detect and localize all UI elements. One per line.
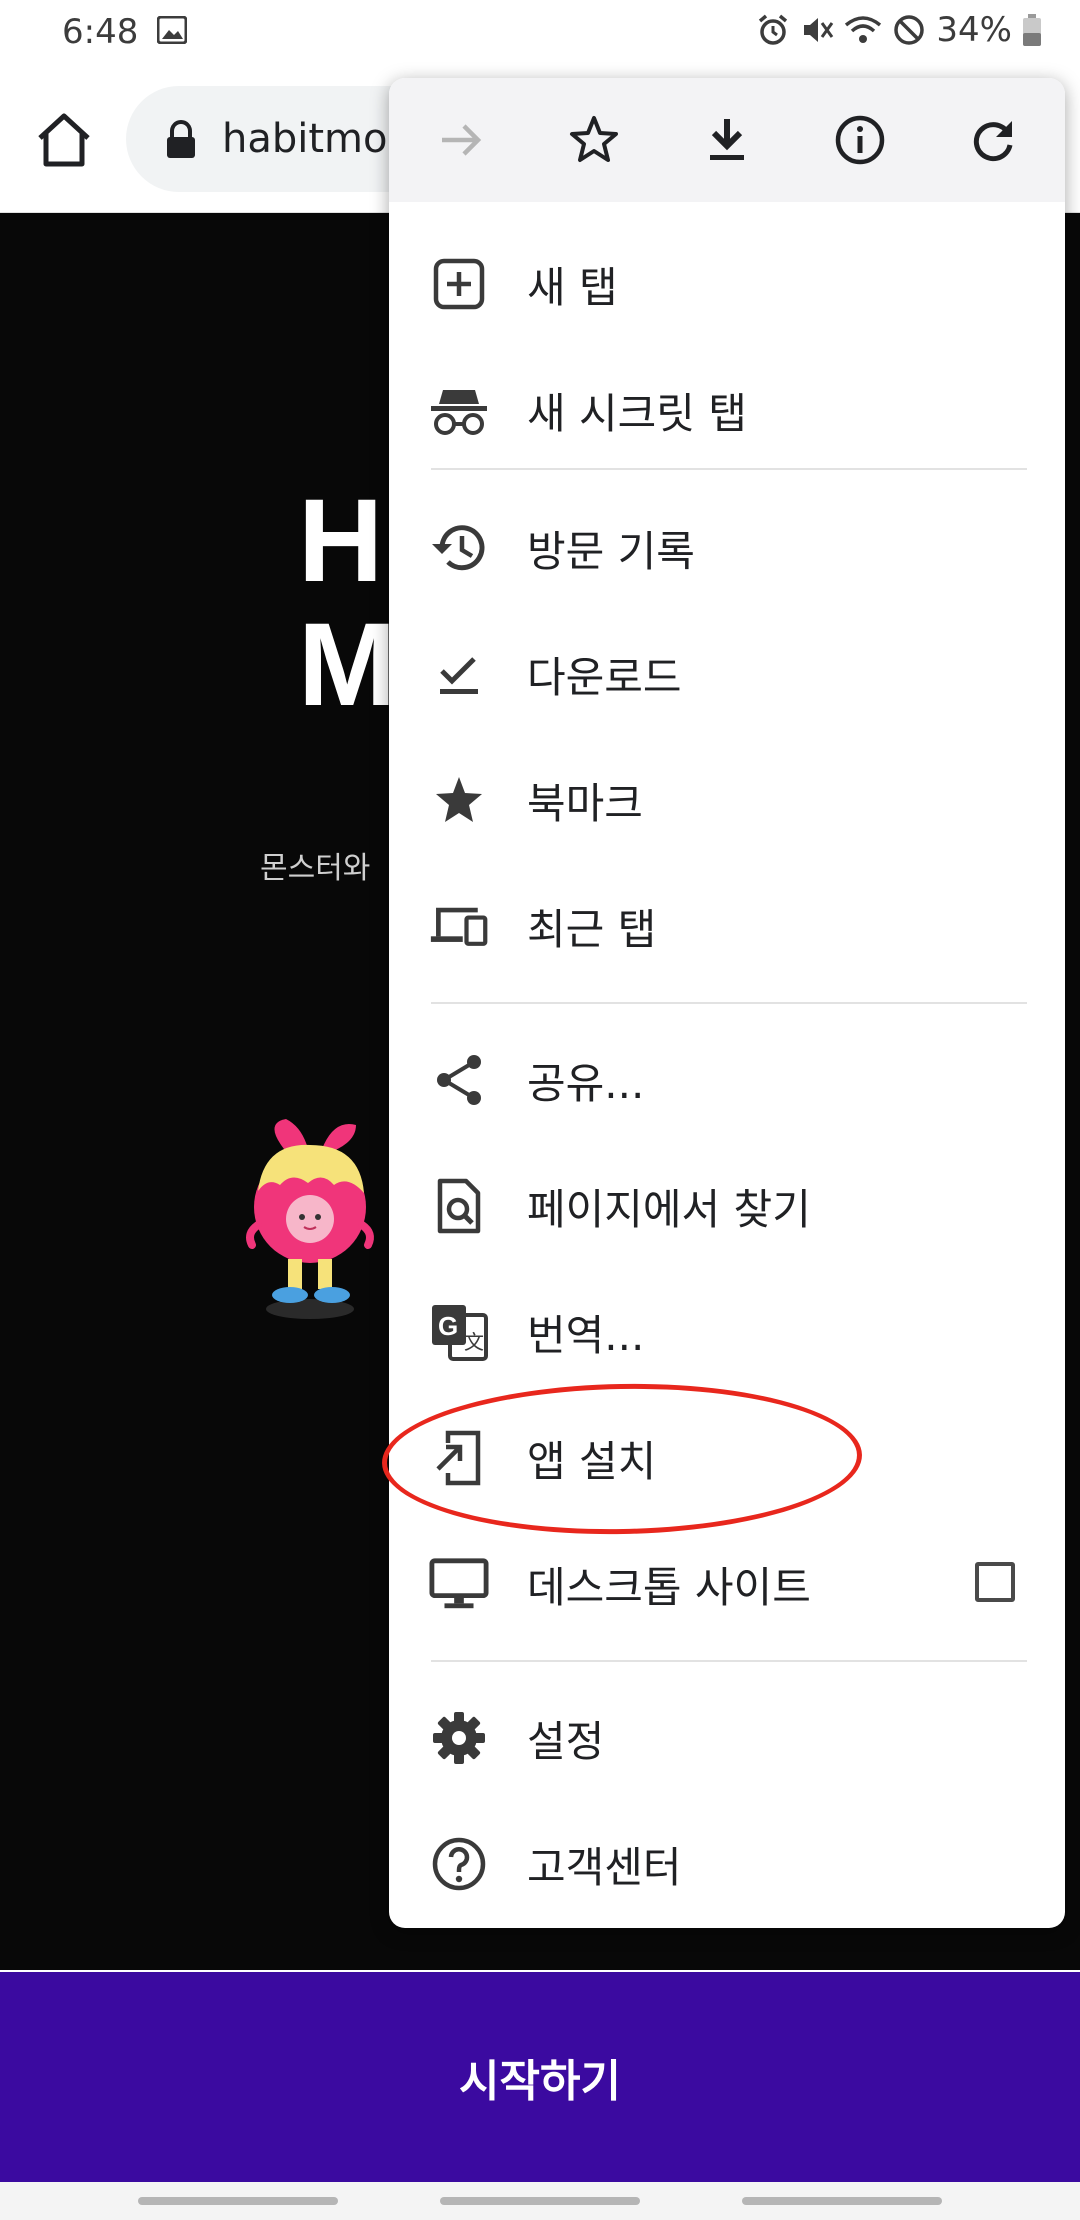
menu-item-label: 고객센터 [527, 1842, 682, 1892]
do-not-disturb-icon [894, 15, 925, 45]
refresh-button[interactable] [953, 100, 1033, 180]
menu-item-label: 페이지에서 찾기 [527, 1184, 811, 1234]
download-page-button[interactable] [687, 100, 767, 180]
menu-item-label: 북마크 [527, 778, 643, 828]
battery-percent: 34% [936, 10, 1012, 50]
svg-text:文: 文 [464, 1330, 484, 1354]
browser-overflow-menu: 새 탭 새 시크릿 탭 방문 기록 다운로드 북마크 최근 탭 공유... 페이… [389, 78, 1065, 1928]
menu-item-new-incognito-tab[interactable]: 새 시크릿 탭 [389, 348, 1065, 472]
mute-icon [804, 18, 834, 42]
bookmark-page-button[interactable] [554, 100, 634, 180]
menu-item-label: 방문 기록 [527, 526, 695, 576]
help-icon [432, 1837, 486, 1891]
menu-item-bookmarks[interactable]: 북마크 [389, 738, 1065, 862]
lock-icon [167, 120, 195, 158]
menu-item-label: 데스크톱 사이트 [527, 1562, 811, 1612]
desktop-icon [429, 1558, 489, 1609]
menu-item-history[interactable]: 방문 기록 [389, 486, 1065, 610]
menu-item-label: 번역... [527, 1310, 645, 1360]
desktop-site-checkbox[interactable] [975, 1562, 1015, 1602]
svg-text:G: G [438, 1311, 458, 1341]
nav-recents-pill[interactable] [138, 2197, 338, 2205]
translate-icon: G文 [432, 1305, 488, 1361]
history-icon [432, 525, 485, 571]
menu-item-label: 설정 [527, 1716, 605, 1766]
menu-item-downloads[interactable]: 다운로드 [389, 612, 1065, 736]
info-icon [835, 115, 885, 165]
incognito-icon [431, 390, 487, 435]
menu-divider [431, 468, 1027, 470]
wifi-icon [845, 16, 882, 43]
menu-item-label: 다운로드 [527, 652, 682, 702]
new-tab-icon [433, 258, 485, 310]
menu-item-find-in-page[interactable]: 페이지에서 찾기 [389, 1144, 1065, 1268]
refresh-icon [973, 121, 1013, 162]
status-time: 6:48 [62, 12, 139, 52]
hero-title-line2: M [298, 599, 397, 731]
status-bar: 6:48 34% [0, 0, 1080, 66]
url-text: habitmo [222, 116, 388, 162]
menu-item-translate[interactable]: G文 번역... [389, 1270, 1065, 1394]
bookmarks-star-icon [436, 777, 482, 822]
menu-item-help[interactable]: 고객센터 [389, 1802, 1065, 1926]
hero-title-line1: H [298, 475, 384, 607]
bookmark-star-icon [570, 116, 619, 162]
image-notification-icon [157, 16, 187, 44]
forward-button[interactable] [421, 100, 501, 180]
settings-gear-icon [433, 1712, 485, 1764]
share-icon [437, 1055, 481, 1105]
download-icon [709, 119, 744, 160]
hero-title: H M [298, 479, 396, 727]
hero-subtitle: 몬스터와 [260, 851, 371, 886]
forward-icon [442, 124, 482, 156]
nav-home-pill[interactable] [440, 2197, 640, 2205]
recent-tabs-icon [430, 907, 488, 946]
find-in-page-icon [437, 1178, 481, 1234]
downloads-check-icon [440, 657, 478, 694]
menu-item-label: 새 탭 [527, 262, 618, 312]
menu-item-recent-tabs[interactable]: 최근 탭 [389, 864, 1065, 988]
home-icon[interactable] [30, 106, 98, 174]
menu-item-label: 새 시크릿 탭 [527, 388, 747, 438]
menu-item-label: 공유... [527, 1058, 645, 1108]
menu-item-share[interactable]: 공유... [389, 1018, 1065, 1142]
menu-item-desktop-site[interactable]: 데스크톱 사이트 [389, 1522, 1065, 1646]
nav-back-pill[interactable] [742, 2197, 942, 2205]
alarm-icon [759, 14, 788, 45]
menu-icon-row [389, 78, 1065, 202]
status-icons: 34% [756, 10, 1042, 50]
system-nav-bar [0, 2182, 1080, 2220]
menu-item-new-tab[interactable]: 새 탭 [389, 222, 1065, 346]
page-info-button[interactable] [820, 100, 900, 180]
menu-divider [431, 1002, 1027, 1004]
battery-icon [1023, 14, 1041, 46]
menu-divider [431, 1660, 1027, 1662]
monster-mascot-image [246, 1119, 374, 1319]
menu-item-settings[interactable]: 설정 [389, 1676, 1065, 1800]
start-button[interactable]: 시작하기 [0, 1972, 1080, 2182]
menu-item-label: 최근 탭 [527, 904, 657, 954]
